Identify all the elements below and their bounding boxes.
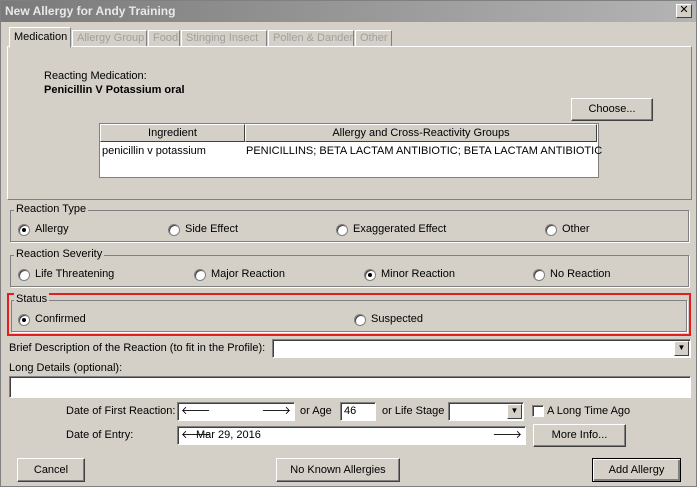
arrow-left-icon[interactable]: 🡐: [181, 405, 211, 418]
arrow-right-icon[interactable]: 🡒: [493, 429, 523, 442]
reaction-severity-label: Reaction Severity: [14, 248, 105, 260]
tab-other[interactable]: Other: [355, 30, 392, 47]
tab-stinging-insect[interactable]: Stinging Insect: [181, 30, 267, 47]
radio-exaggerated-effect-label[interactable]: Exaggerated Effect: [353, 223, 446, 235]
status-label: Status: [14, 293, 50, 305]
long-time-ago-checkbox[interactable]: [532, 405, 544, 417]
arrow-right-icon[interactable]: 🡒: [262, 405, 292, 418]
radio-suspected[interactable]: [354, 314, 366, 326]
radio-other-label[interactable]: Other: [562, 223, 590, 235]
first-reaction-label: Date of First Reaction:: [66, 405, 176, 417]
column-header-ingredient[interactable]: Ingredient: [100, 124, 245, 142]
entry-date-field[interactable]: 🡐 Mar 29, 2016 🡒: [177, 426, 526, 445]
tab-allergy-group[interactable]: Allergy Group: [72, 30, 147, 47]
window-title: New Allergy for Andy Training: [5, 4, 176, 18]
long-time-ago-label[interactable]: A Long Time Ago: [547, 405, 630, 417]
brief-description-dropdown[interactable]: ▼: [272, 339, 691, 358]
radio-no-reaction-label[interactable]: No Reaction: [550, 268, 611, 280]
tab-medication[interactable]: Medication: [9, 27, 71, 48]
close-icon: ✕: [679, 4, 689, 16]
radio-allergy-label[interactable]: Allergy: [35, 223, 69, 235]
or-age-label: or Age: [300, 405, 332, 417]
radio-side-effect-label[interactable]: Side Effect: [185, 223, 238, 235]
life-stage-dropdown[interactable]: ▼: [448, 402, 524, 421]
table-cell-ingredient[interactable]: penicillin v potassium: [102, 144, 206, 158]
radio-confirmed[interactable]: [18, 314, 30, 326]
reacting-medication-label: Reacting Medication:: [44, 70, 147, 82]
long-details-input[interactable]: [9, 376, 691, 398]
reaction-type-label: Reaction Type: [14, 203, 89, 215]
age-input[interactable]: 46: [340, 402, 376, 421]
radio-life-threatening[interactable]: [18, 269, 30, 281]
radio-life-threatening-label[interactable]: Life Threatening: [35, 268, 114, 280]
cancel-button[interactable]: Cancel: [17, 458, 85, 482]
long-details-label: Long Details (optional):: [9, 362, 123, 374]
radio-major-reaction[interactable]: [194, 269, 206, 281]
radio-other[interactable]: [545, 224, 557, 236]
radio-exaggerated-effect[interactable]: [336, 224, 348, 236]
ingredient-grid: Ingredient Allergy and Cross-Reactivity …: [99, 123, 602, 178]
add-allergy-button[interactable]: Add Allergy: [592, 458, 681, 482]
choose-button[interactable]: Choose...: [571, 98, 653, 121]
no-known-allergies-button[interactable]: No Known Allergies: [276, 458, 400, 482]
reacting-medication-name: Penicillin V Potassium oral: [44, 84, 185, 96]
column-header-groups[interactable]: Allergy and Cross-Reactivity Groups: [245, 124, 597, 142]
status-group: [11, 300, 687, 332]
tab-pollen-dander[interactable]: Pollen & Dander: [268, 30, 354, 47]
radio-allergy[interactable]: [18, 224, 30, 236]
allergy-dialog: New Allergy for Andy Training ✕ Medicati…: [0, 0, 697, 487]
or-life-stage-label: or Life Stage: [382, 405, 445, 417]
first-reaction-date-field[interactable]: 🡐 🡒: [177, 402, 295, 421]
radio-confirmed-label[interactable]: Confirmed: [35, 313, 86, 325]
tab-food[interactable]: Food: [148, 30, 180, 47]
radio-side-effect[interactable]: [168, 224, 180, 236]
radio-suspected-label[interactable]: Suspected: [371, 313, 423, 325]
entry-date-value: Mar 29, 2016: [196, 429, 261, 441]
close-button[interactable]: ✕: [676, 4, 692, 18]
title-bar: New Allergy for Andy Training ✕: [1, 1, 696, 22]
table-cell-groups[interactable]: PENICILLINS; BETA LACTAM ANTIBIOTIC; BET…: [246, 144, 602, 158]
chevron-down-icon[interactable]: ▼: [507, 404, 522, 419]
brief-description-label: Brief Description of the Reaction (to fi…: [9, 342, 266, 354]
radio-major-reaction-label[interactable]: Major Reaction: [211, 268, 285, 280]
chevron-down-icon[interactable]: ▼: [674, 341, 689, 356]
radio-minor-reaction[interactable]: [364, 269, 376, 281]
more-info-button[interactable]: More Info...: [533, 424, 626, 447]
entry-date-label: Date of Entry:: [66, 429, 134, 441]
radio-no-reaction[interactable]: [533, 269, 545, 281]
radio-minor-reaction-label[interactable]: Minor Reaction: [381, 268, 455, 280]
